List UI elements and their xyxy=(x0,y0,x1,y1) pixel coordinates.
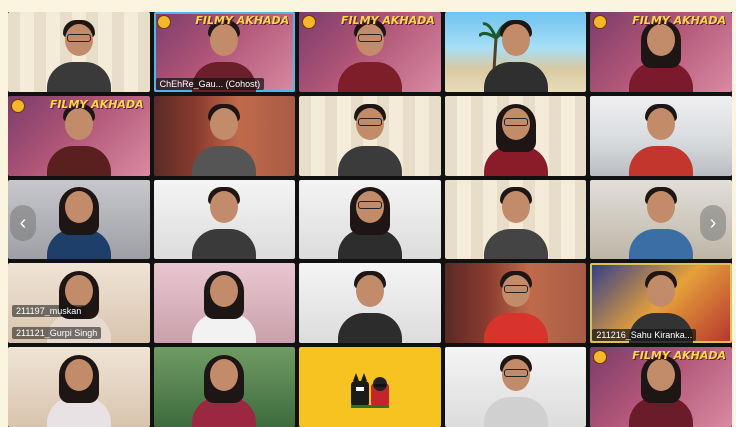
participant-video xyxy=(192,271,257,344)
participant-name-label: 211121_Gurpi Singh xyxy=(12,327,102,340)
participant-tile[interactable] xyxy=(153,347,296,427)
participant-tile[interactable] xyxy=(8,347,150,427)
participant-tile[interactable] xyxy=(444,95,587,176)
participant-video xyxy=(192,103,257,176)
participant-video xyxy=(629,355,694,427)
participant-tile[interactable]: FILMY AKHADA ChEhRe_Gau... (Cohost) xyxy=(153,12,296,92)
participant-video xyxy=(483,355,548,427)
brand-badge-icon xyxy=(302,15,317,29)
participant-video xyxy=(629,103,694,176)
participant-tile[interactable]: 211197_muskan 211121_Gurpi Singh xyxy=(8,263,150,344)
brand-badge-icon xyxy=(593,15,608,29)
participant-video xyxy=(483,187,548,260)
participant-tile[interactable]: FILMY AKHADA xyxy=(8,95,150,176)
participant-name-label: 211216_Sahu Kiranka... xyxy=(592,329,697,342)
chevron-left-icon[interactable]: ‹ xyxy=(10,205,36,241)
participant-video xyxy=(46,355,111,427)
participant-name-label: ChEhRe_Gau... (Cohost) xyxy=(155,77,265,90)
participant-tile[interactable] xyxy=(590,95,732,176)
participant-video xyxy=(337,19,402,92)
participant-tile[interactable]: 211216_Sahu Kiranka... xyxy=(590,263,732,344)
participant-tile[interactable] xyxy=(153,95,296,176)
brand-logo: FILMY AKHADA xyxy=(195,14,290,27)
video-gallery-grid: FILMY AKHADA ChEhRe_Gau... (Cohost) FILMY … xyxy=(8,12,732,427)
chevron-right-icon[interactable]: › xyxy=(700,205,726,241)
participant-tile[interactable]: FILMY AKHADA xyxy=(590,347,732,427)
participant-video xyxy=(46,19,111,92)
participant-tile[interactable] xyxy=(299,95,441,176)
participant-video xyxy=(629,187,694,260)
brand-logo: FILMY AKHADA xyxy=(341,14,435,27)
participant-video xyxy=(483,271,548,344)
participant-tile[interactable] xyxy=(444,347,587,427)
brand-logo: FILMY AKHADA xyxy=(632,349,726,363)
participant-video xyxy=(337,271,402,344)
brand-logo: FILMY AKHADA xyxy=(632,14,726,27)
participant-video xyxy=(192,355,257,427)
participant-tile[interactable] xyxy=(8,12,150,92)
participant-video xyxy=(46,103,111,176)
participant-video xyxy=(46,187,111,260)
brand-badge-icon xyxy=(593,350,608,365)
participant-tile[interactable] xyxy=(153,263,296,344)
participant-tile[interactable] xyxy=(444,12,587,92)
participant-tile[interactable] xyxy=(153,179,296,260)
participant-tile[interactable] xyxy=(299,347,441,427)
brand-badge-icon xyxy=(156,15,171,29)
brand-badge-icon xyxy=(11,98,25,113)
participant-video xyxy=(337,103,402,176)
brand-logo: FILMY AKHADA xyxy=(49,97,144,111)
participant-tile[interactable]: FILMY AKHADA xyxy=(299,12,441,92)
participant-tile[interactable] xyxy=(444,179,587,260)
participant-tile[interactable] xyxy=(299,179,441,260)
participant-video xyxy=(337,187,402,260)
participant-video xyxy=(629,19,694,92)
participant-tile[interactable] xyxy=(444,263,587,344)
participant-video xyxy=(192,187,257,260)
batman-robin-icon xyxy=(347,371,393,411)
participant-name-label: 211197_muskan xyxy=(12,305,86,318)
participant-video xyxy=(483,19,548,92)
participant-video xyxy=(483,103,548,176)
participant-tile[interactable]: FILMY AKHADA xyxy=(590,12,732,92)
participant-tile[interactable] xyxy=(299,263,441,344)
